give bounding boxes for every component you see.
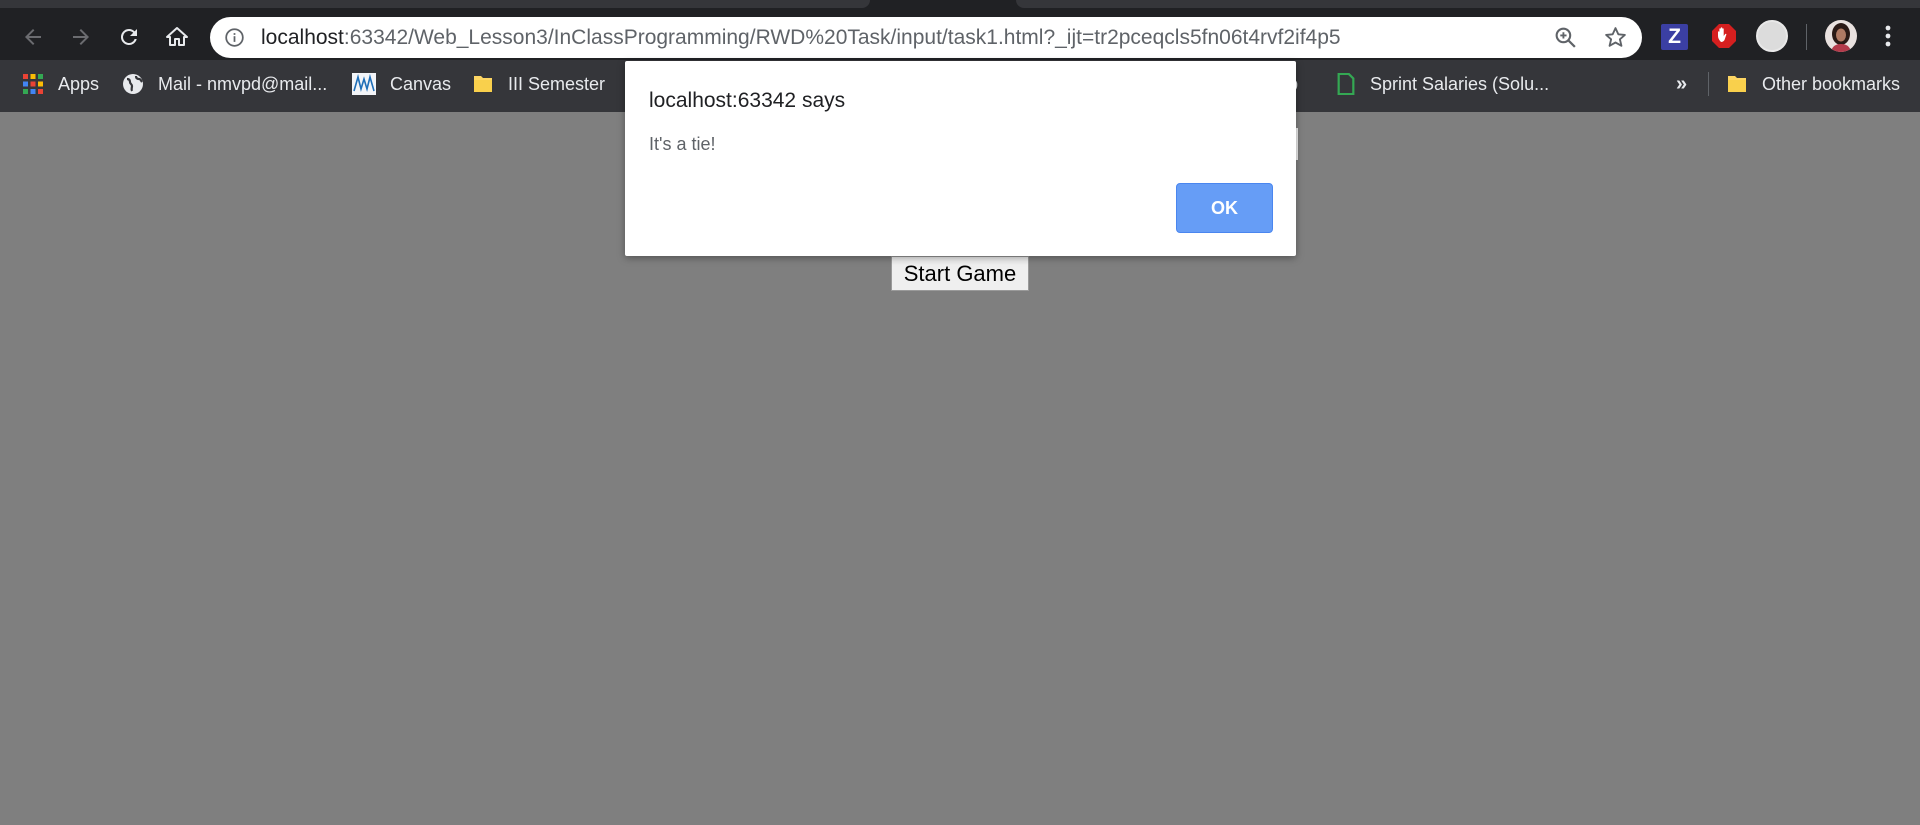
url-text[interactable]: localhost:63342/Web_Lesson3/InClassProgr… (261, 17, 1341, 58)
browser-toolbar: localhost:63342/Web_Lesson3/InClassProgr… (0, 0, 1920, 60)
dialog-title: localhost:63342 says (649, 89, 846, 112)
bookmark-apps[interactable]: Apps (22, 60, 99, 108)
canvas-icon (352, 73, 376, 95)
globe-icon (123, 74, 143, 94)
bookmark-other[interactable]: Other bookmarks (1726, 60, 1900, 108)
back-button[interactable] (15, 19, 51, 55)
bookmarks-overflow-chevron[interactable]: » (1676, 60, 1687, 108)
input-field-edge (1296, 128, 1298, 160)
home-icon (166, 27, 188, 46)
url-path: :63342/Web_Lesson3/InClassProgramming/RW… (343, 26, 1341, 49)
forward-icon (73, 29, 89, 45)
avatar-photo (1825, 20, 1857, 52)
folder-icon (474, 76, 492, 92)
url-host: localhost (261, 26, 344, 49)
tab-strip-right (1016, 0, 1920, 8)
zoom-extension-icon[interactable]: Z (1661, 24, 1688, 50)
menu-dots-icon[interactable] (1876, 21, 1900, 51)
home-button[interactable] (159, 19, 195, 55)
apps-grid-icon (23, 74, 43, 94)
bookmark-canvas[interactable]: Canvas (352, 60, 451, 108)
extension-icon[interactable] (1756, 20, 1788, 52)
address-bar[interactable]: localhost:63342/Web_Lesson3/InClassProgr… (210, 17, 1642, 58)
back-icon (25, 29, 41, 45)
info-icon[interactable] (224, 27, 245, 48)
bookmark-folder-semester[interactable]: III Semester (472, 60, 605, 108)
ok-button[interactable]: OK (1176, 183, 1273, 233)
toolbar-divider (1806, 24, 1807, 50)
folder-icon (1728, 76, 1746, 92)
bookmark-sprint-salaries[interactable]: Sprint Salaries (Solu... (1336, 60, 1549, 108)
bookmark-label: Apps (58, 73, 100, 94)
bookmark-label: Mail - nmvpd@mail... (158, 73, 328, 94)
profile-avatar[interactable] (1825, 20, 1857, 52)
start-game-button[interactable]: Start Game (891, 256, 1029, 291)
star-icon[interactable] (1603, 25, 1628, 50)
bookmark-label: Canvas (390, 73, 452, 94)
reload-icon (120, 28, 137, 45)
bookmark-label: Sprint Salaries (Solu... (1370, 73, 1550, 94)
forward-button[interactable] (63, 19, 99, 55)
alert-dialog: localhost:63342 says It's a tie! OK (625, 61, 1296, 256)
sheets-icon (1337, 73, 1355, 95)
zoom-icon[interactable] (1553, 25, 1578, 50)
dialog-message: It's a tie! (649, 134, 716, 154)
tab-strip (0, 0, 870, 8)
bookmark-label: Other bookmarks (1762, 73, 1901, 94)
bookmark-label: III Semester (508, 73, 606, 94)
bookmark-mail[interactable]: Mail - nmvpd@mail... (122, 60, 327, 108)
bookmarks-separator (1708, 72, 1709, 96)
adblock-hand-icon[interactable] (1710, 22, 1738, 50)
reload-button[interactable] (111, 19, 147, 55)
